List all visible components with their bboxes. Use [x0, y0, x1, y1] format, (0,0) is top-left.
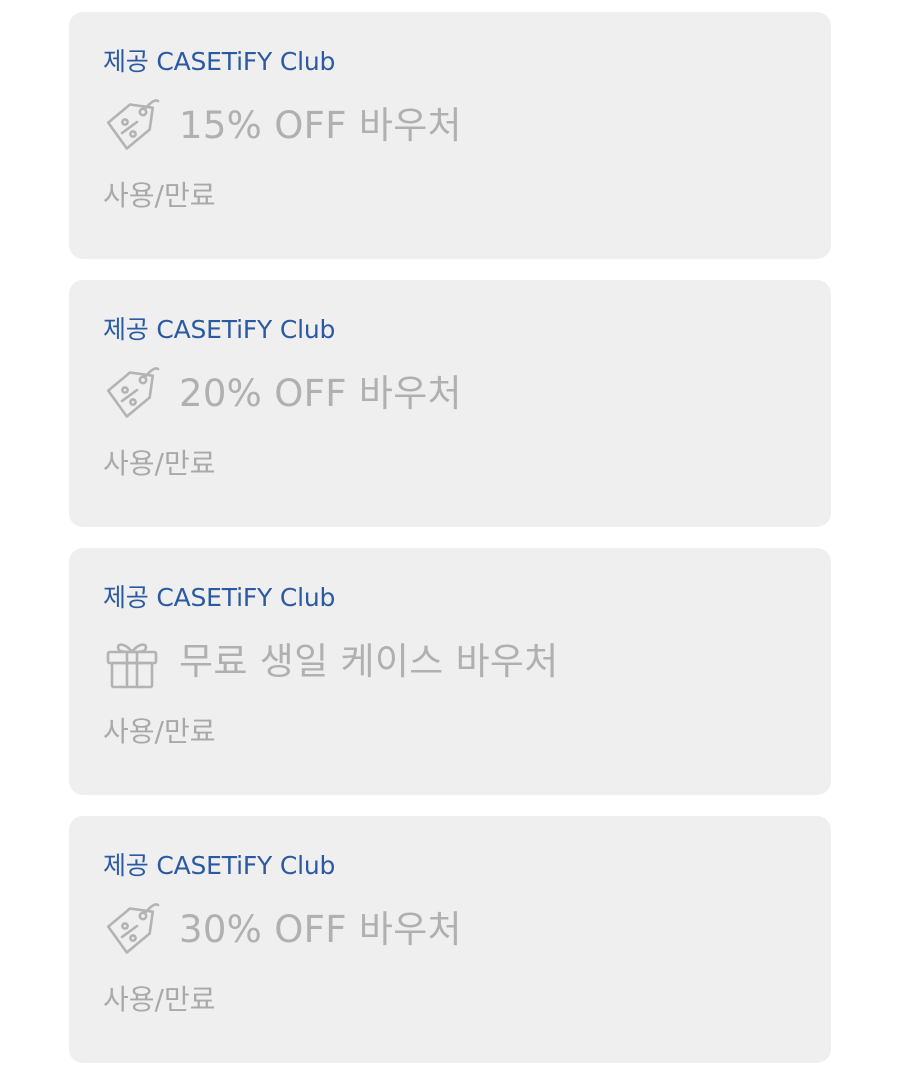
voucher-provider: 제공 CASETiFY Club [103, 47, 336, 76]
voucher-title: 20% OFF 바우처 [179, 372, 462, 415]
voucher-provider: 제공 CASETiFY Club [103, 851, 336, 880]
voucher-list: 제공 CASETiFY Club 15% OFF 바우처 사용/만료 제공 CA… [0, 0, 900, 1080]
discount-tag-icon [103, 901, 161, 959]
voucher-provider: 제공 CASETiFY Club [103, 315, 336, 344]
discount-tag-icon [103, 365, 161, 423]
voucher-title: 무료 생일 케이스 바우처 [179, 640, 559, 683]
voucher-status: 사용/만료 [103, 983, 216, 1016]
voucher-card[interactable]: 제공 CASETiFY Club 30% OFF 바우처 사용/만료 [69, 816, 831, 1063]
voucher-status: 사용/만료 [103, 447, 216, 480]
voucher-status: 사용/만료 [103, 715, 216, 748]
voucher-card[interactable]: 제공 CASETiFY Club 무료 생일 케이스 바우처 사용/만료 [69, 548, 831, 795]
discount-tag-icon [103, 97, 161, 155]
voucher-title-row: 20% OFF 바우처 [103, 364, 462, 424]
voucher-title-row: 무료 생일 케이스 바우처 [103, 632, 559, 692]
gift-icon [103, 633, 161, 691]
voucher-status: 사용/만료 [103, 179, 216, 212]
voucher-title-row: 30% OFF 바우처 [103, 900, 462, 960]
voucher-title: 30% OFF 바우처 [179, 908, 462, 951]
voucher-provider: 제공 CASETiFY Club [103, 583, 336, 612]
voucher-title: 15% OFF 바우처 [179, 104, 462, 147]
voucher-title-row: 15% OFF 바우처 [103, 96, 462, 156]
voucher-card[interactable]: 제공 CASETiFY Club 20% OFF 바우처 사용/만료 [69, 280, 831, 527]
voucher-card[interactable]: 제공 CASETiFY Club 15% OFF 바우처 사용/만료 [69, 12, 831, 259]
